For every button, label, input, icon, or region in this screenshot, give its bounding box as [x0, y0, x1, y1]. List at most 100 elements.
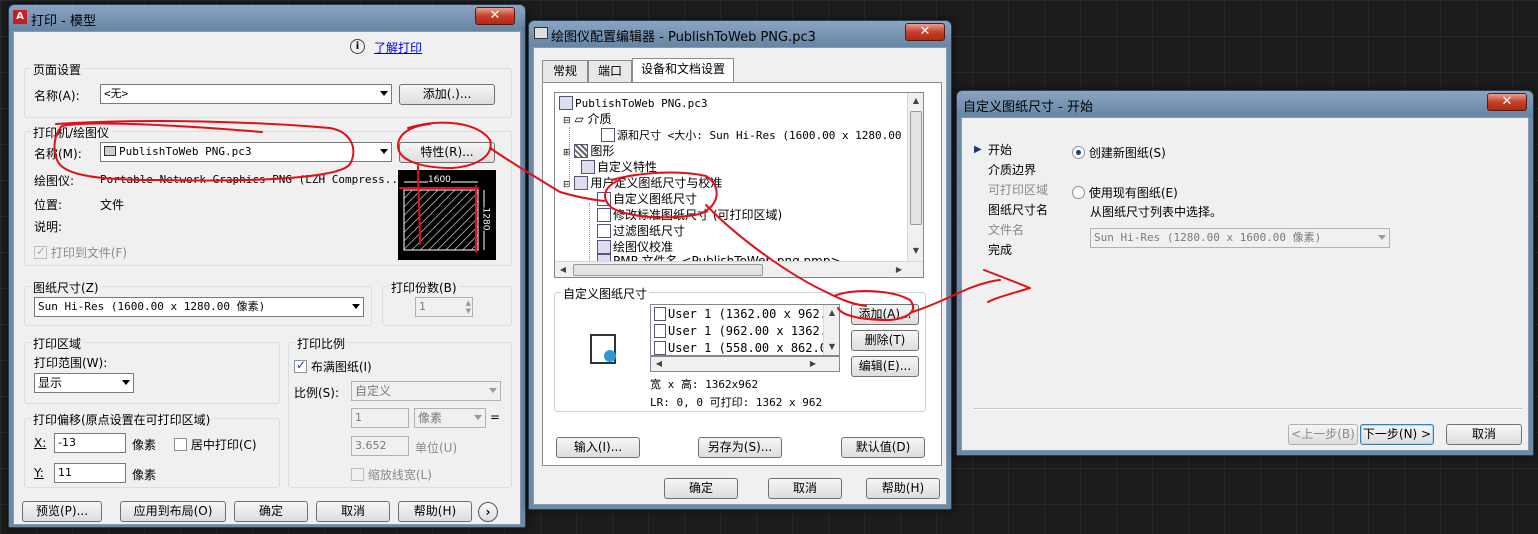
tree-item-label: 源和尺寸 <大小: Sun Hi-Res (1600.00 x 1280.00 …: [617, 129, 924, 142]
scroll-right-icon[interactable]: ▶: [805, 357, 821, 371]
plot-close-button[interactable]: ✕: [475, 7, 515, 25]
editor-help-button[interactable]: 帮助(H): [866, 478, 940, 499]
custom-add-button[interactable]: 添加(A)...: [851, 304, 919, 325]
tab-device-settings[interactable]: 设备和文档设置: [632, 58, 734, 82]
list-item[interactable]: User 1 (1362.00 x 962.00 像素): [654, 306, 839, 322]
tree-item-user-defined[interactable]: ⊟ 用户定义图纸尺寸与校准: [563, 175, 722, 191]
tree-item-modify-standard[interactable]: 修改标准图纸尺寸 (可打印区域): [597, 207, 782, 223]
tree-item-custom-paper-sizes[interactable]: 自定义图纸尺寸: [597, 191, 697, 207]
import-button[interactable]: 输入(I)...: [556, 437, 640, 458]
existing-paper-combo[interactable]: Sun Hi-Res (1280.00 x 1600.00 像素): [1090, 228, 1390, 248]
tree-item-filter[interactable]: 过滤图纸尺寸: [597, 223, 685, 239]
scroll-left-icon[interactable]: ◀: [555, 262, 571, 277]
help-info-icon[interactable]: i: [350, 39, 365, 54]
list-vertical-scrollbar[interactable]: ▲ ▼: [823, 305, 839, 355]
tree-item-root[interactable]: PublishToWeb PNG.pc3: [559, 95, 707, 111]
plot-titlebar[interactable]: A 打印 - 模型 ✕: [9, 5, 525, 31]
scroll-thumb[interactable]: [910, 111, 922, 225]
plot-dialog: A 打印 - 模型 ✕ i 了解打印 页面设置 名称(A): <无> 添加(.)…: [8, 4, 526, 528]
plot-ok-button[interactable]: 确定: [234, 501, 308, 522]
wizard-close-button[interactable]: ✕: [1487, 93, 1527, 111]
scroll-down-icon[interactable]: ▼: [824, 339, 839, 355]
printer-name-value: PublishToWeb PNG.pc3: [119, 145, 252, 158]
editor-titlebar[interactable]: 绘图仪配置编辑器 - PublishToWeb PNG.pc3 ✕: [529, 21, 951, 47]
copies-group-label: 打印份数(B): [389, 279, 459, 296]
tree-item-graphics[interactable]: ⊞ 图形: [563, 143, 614, 159]
wizard-step-paper-size-name: 图纸尺寸名: [988, 203, 1049, 217]
size-info-line: 宽 x 高: 1362x962: [650, 378, 759, 391]
scale-combo[interactable]: 自定义: [351, 381, 501, 401]
wizard-titlebar[interactable]: 自定义图纸尺寸 - 开始 ✕: [957, 91, 1533, 117]
defaults-button[interactable]: 默认值(D): [841, 437, 925, 458]
fit-to-paper-checkbox[interactable]: 布满图纸(I): [294, 358, 372, 375]
plot-area-group-label: 打印区域: [31, 335, 84, 352]
filter-icon: [597, 224, 611, 238]
current-step-arrow-icon: ▶: [974, 144, 982, 155]
scroll-right-icon[interactable]: ▶: [891, 262, 907, 277]
paper-icon: [654, 307, 666, 321]
wizard-next-button[interactable]: 下一步(N) >: [1360, 424, 1434, 445]
scale-value2: 3.652: [355, 439, 387, 452]
scale-lineweights-checkbox[interactable]: 缩放线宽(L): [351, 466, 432, 483]
expand-arrow-icon[interactable]: ›: [478, 502, 498, 522]
editor-close-button[interactable]: ✕: [905, 23, 945, 41]
scroll-up-icon[interactable]: ▲: [908, 93, 923, 109]
scale-value1-input[interactable]: 1: [351, 408, 409, 428]
calibration-icon: [597, 240, 611, 254]
custom-paper-wizard: 自定义图纸尺寸 - 开始 ✕ ▶ 开始 介质边界 可打印区域 图纸尺寸名 文件名…: [956, 90, 1534, 456]
preview-button[interactable]: 预览(P)...: [22, 501, 102, 522]
scale-value2-input[interactable]: 3.652: [351, 436, 409, 456]
plot-scale-group-label: 打印比例: [295, 335, 348, 352]
custom-edit-button[interactable]: 编辑(E)...: [851, 356, 919, 377]
scale-unit1-combo[interactable]: 像素: [414, 408, 486, 428]
plot-client: i 了解打印 页面设置 名称(A): <无> 添加(.)... 打印机/绘图仪 …: [13, 31, 521, 525]
center-plot-checkbox[interactable]: 居中打印(C): [174, 436, 257, 453]
tree-item-label: 介质: [587, 112, 612, 126]
list-item-label: User 1 (558.00 x 862.00 像素): [668, 341, 839, 355]
tree-item-label: 用户定义图纸尺寸与校准: [590, 176, 723, 190]
custom-paper-group-label: 自定义图纸尺寸: [561, 285, 650, 302]
offset-y-input[interactable]: 11: [54, 463, 126, 483]
tab-general[interactable]: 常规: [542, 60, 588, 82]
custom-delete-button[interactable]: 删除(T): [851, 330, 919, 351]
scroll-thumb[interactable]: [573, 264, 763, 276]
use-existing-radio[interactable]: 使用现有图纸(E): [1072, 184, 1178, 201]
tree-item-media[interactable]: ⊟ ▱ 介质: [563, 111, 611, 127]
apply-to-layout-button[interactable]: 应用到布局(O): [120, 501, 226, 522]
page-setup-add-button[interactable]: 添加(.)...: [399, 84, 495, 105]
save-as-button[interactable]: 另存为(S)...: [698, 437, 782, 458]
custom-paper-list[interactable]: User 1 (1362.00 x 962.00 像素) User 1 (962…: [650, 304, 840, 356]
scroll-down-icon[interactable]: ▼: [908, 243, 923, 259]
list-item[interactable]: User 1 (962.00 x 1362.00 像素): [654, 323, 839, 339]
printer-name-combo[interactable]: PublishToWeb PNG.pc3: [100, 142, 392, 162]
plot-help-button[interactable]: 帮助(H): [398, 501, 472, 522]
plot-cancel-button[interactable]: 取消: [316, 501, 390, 522]
settings-tree[interactable]: PublishToWeb PNG.pc3 ⊟ ▱ 介质 源和尺寸 <大小: Su…: [554, 92, 924, 278]
description-label: 说明:: [34, 220, 63, 234]
tree-vertical-scrollbar[interactable]: ▲ ▼: [907, 93, 923, 261]
printer-properties-button[interactable]: 特性(R)...: [399, 142, 495, 163]
list-item[interactable]: User 1 (558.00 x 862.00 像素): [654, 340, 839, 355]
scroll-up-icon[interactable]: ▲: [824, 305, 839, 321]
plot-to-file-checkbox[interactable]: 打印到文件(F): [34, 244, 127, 261]
wizard-cancel-button[interactable]: 取消: [1446, 424, 1522, 445]
create-new-radio[interactable]: 创建新图纸(S): [1072, 144, 1166, 161]
scroll-left-icon[interactable]: ◀: [651, 357, 667, 371]
existing-paper-value: Sun Hi-Res (1280.00 x 1600.00 像素): [1094, 231, 1322, 244]
paper-size-combo[interactable]: Sun Hi-Res (1600.00 x 1280.00 像素): [34, 297, 364, 317]
tree-horizontal-scrollbar[interactable]: ◀ ▶: [555, 261, 923, 277]
tab-ports[interactable]: 端口: [588, 60, 632, 82]
page-setup-name-combo[interactable]: <无>: [100, 84, 392, 104]
editor-ok-button[interactable]: 确定: [664, 478, 738, 499]
editor-cancel-button[interactable]: 取消: [768, 478, 842, 499]
copies-spinner[interactable]: 1 ▲ ▼: [415, 297, 473, 317]
plotter-value: Portable Network Graphics PNG (LZH Compr…: [100, 173, 405, 186]
list-horizontal-scrollbar[interactable]: ◀ ▶: [650, 356, 840, 372]
plot-what-combo[interactable]: 显示: [34, 373, 134, 393]
offset-x-input[interactable]: -13: [54, 433, 126, 453]
wizard-back-button[interactable]: <上一步(B): [1288, 424, 1358, 445]
learn-plot-link[interactable]: 了解打印: [374, 39, 422, 56]
tree-item-label: 修改标准图纸尺寸 (可打印区域): [613, 208, 783, 222]
tree-item-source-size[interactable]: 源和尺寸 <大小: Sun Hi-Res (1600.00 x 1280.00 …: [601, 127, 924, 143]
tree-item-custom-properties[interactable]: 自定义特性: [581, 159, 657, 175]
